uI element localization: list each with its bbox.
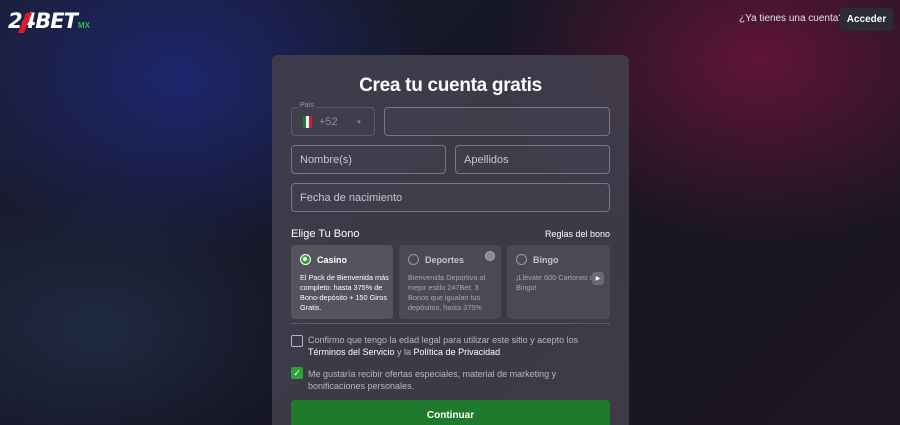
bonus-card-title: Bingo — [533, 255, 559, 265]
terms-link[interactable]: Términos del Servicio — [308, 347, 395, 357]
divider — [291, 323, 610, 324]
chevron-right-icon[interactable]: ▶ — [592, 272, 604, 285]
phone-input[interactable] — [384, 107, 610, 136]
bonus-section-title: Elige Tu Bono — [291, 228, 360, 240]
radio-selected-icon — [300, 254, 311, 265]
bonus-card-description: El Pack de Bienvenida más completo: hast… — [300, 273, 389, 312]
country-label: País — [298, 102, 317, 109]
bonus-card-sports[interactable]: Deportes Bienvenida Deportiva al mejor e… — [399, 245, 501, 319]
age-consent-checkbox[interactable] — [291, 335, 303, 347]
brand-logo[interactable]: 24BET MX — [8, 9, 90, 33]
bonus-rules-link[interactable]: Reglas del bono — [545, 229, 610, 239]
privacy-link[interactable]: Política de Privacidad — [414, 347, 501, 357]
have-account-text: ¿Ya tienes una cuenta? — [739, 13, 844, 24]
login-button[interactable]: Acceder — [840, 8, 893, 31]
dial-code: +52 — [319, 115, 338, 128]
bonus-carousel: Casino El Pack de Bienvenida más complet… — [291, 245, 610, 319]
logo-wordmark: 24BET — [8, 9, 78, 33]
logo-country-suffix: MX — [77, 21, 90, 30]
soccer-ball-icon — [485, 251, 495, 261]
age-consent-text: Confirmo que tengo la edad legal para ut… — [308, 335, 579, 357]
last-name-input[interactable]: Apellidos — [455, 145, 610, 174]
birthdate-input[interactable]: Fecha de nacimiento — [291, 183, 610, 212]
marketing-consent-checkbox[interactable]: ✓ — [291, 367, 303, 379]
country-select[interactable]: País +52 ▼ — [291, 102, 375, 136]
first-name-input[interactable]: Nombre(s) — [291, 145, 446, 174]
marketing-consent-text: Me gustaría recibir ofertas especiales, … — [308, 369, 557, 391]
bonus-card-bingo[interactable]: Bingo ¡Llévate 600 Cartones de Bingo! ▶ — [507, 245, 610, 319]
bonus-card-title: Casino — [317, 255, 348, 265]
continue-button[interactable]: Continuar — [291, 400, 610, 425]
page-title: Crea tu cuenta gratis — [359, 75, 542, 96]
bonus-card-title: Deportes — [425, 255, 465, 265]
bonus-card-casino[interactable]: Casino El Pack de Bienvenida más complet… — [291, 245, 393, 319]
registration-panel: Crea tu cuenta gratis País +52 ▼ Nombre(… — [272, 55, 629, 425]
bonus-card-description: Bienvenida Deportiva al mejor estilo 247… — [408, 273, 486, 312]
radio-unselected-icon — [516, 254, 527, 265]
chevron-down-icon: ▼ — [356, 120, 362, 126]
radio-unselected-icon — [408, 254, 419, 265]
mexico-flag-icon — [303, 115, 312, 128]
checkmark-icon: ✓ — [293, 367, 301, 378]
